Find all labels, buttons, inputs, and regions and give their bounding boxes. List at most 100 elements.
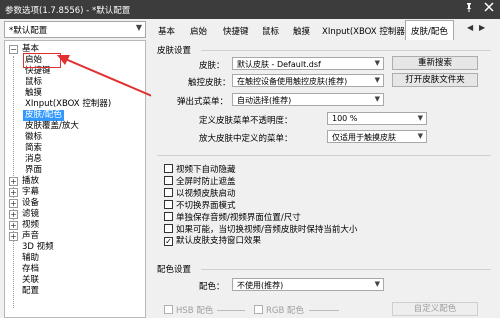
tree-item-association[interactable]: 关联	[22, 275, 39, 286]
open-skin-folder-button[interactable]: 打开皮肤文件夹	[392, 73, 478, 87]
color-scheme-dropdown[interactable]: 不使用(推荐) ▼	[232, 278, 384, 291]
custom-color-button[interactable]: 自定义配色	[392, 302, 478, 316]
checkbox-label: 如果可能，当切换视频/音频皮肤时保持当前大小	[176, 225, 358, 235]
checkbox-label: 单独保存音频/视频界面位置/尺寸	[176, 213, 301, 223]
popup-menu-value: 自动选择(推荐)	[237, 96, 292, 105]
tree-group-subtitles[interactable]: 字幕	[22, 187, 39, 198]
toolbar: *默认配置 ▼ 基本 启始 快捷键 鼠标 触摸 XInput(XBOX 控制器)…	[0, 19, 500, 40]
tree-group-playback[interactable]: 播放	[22, 176, 39, 187]
checkbox-auto-hide[interactable]: 视频下自动隐藏	[164, 164, 236, 175]
tree-group-filters[interactable]: 滤镜	[22, 209, 39, 220]
tab-scroll-left-icon[interactable]: ◀	[467, 23, 477, 36]
checkbox-box[interactable]	[164, 212, 173, 221]
close-icon[interactable]	[482, 2, 496, 16]
popup-menu-dropdown[interactable]: 自动选择(推荐) ▼	[232, 93, 384, 106]
color-scheme-label: 配色：	[199, 282, 225, 292]
chevron-down-icon: ▼	[374, 280, 380, 288]
expand-icon[interactable]: +	[9, 210, 18, 219]
tree-item-archive[interactable]: 存档	[22, 264, 39, 275]
checkbox-label: 视频下自动隐藏	[176, 165, 236, 175]
checkbox-box[interactable]	[164, 188, 173, 197]
preset-dropdown[interactable]: *默认配置 ▼	[4, 21, 146, 38]
checkbox-label: 默认皮肤支持窗口效果	[176, 236, 262, 246]
expand-icon[interactable]: +	[9, 177, 18, 186]
tree-item-messages[interactable]: 消息	[25, 154, 42, 165]
popup-menu-label: 弹出式菜单：	[177, 97, 229, 107]
checkbox-box[interactable]	[164, 200, 173, 209]
checkbox-box[interactable]	[254, 305, 263, 314]
touch-skin-label: 触控皮肤：	[188, 78, 231, 88]
pin-icon-glyph	[466, 3, 472, 12]
tab-skin-color[interactable]: 皮肤/配色	[405, 20, 454, 40]
chevron-down-icon: ▼	[417, 114, 423, 122]
checkbox-hsb-color[interactable]: HSB 配色	[164, 305, 213, 316]
tree-item-skin-color[interactable]: 皮肤/配色	[23, 110, 64, 121]
collapse-icon[interactable]: −	[9, 45, 18, 54]
title-bar: 参数选项(1.7.8556) - *默认配置	[0, 0, 500, 19]
tree-group-devices[interactable]: 设备	[22, 198, 39, 209]
tree-item-interface[interactable]: 界面	[25, 165, 42, 176]
tree-item-assist[interactable]: 辅助	[22, 253, 39, 264]
expand-icon[interactable]: +	[9, 221, 18, 230]
touch-skin-dropdown[interactable]: 在触控设备使用触控皮肤(推荐) ▼	[232, 74, 384, 87]
chevron-down-icon: ▼	[374, 95, 380, 103]
divider	[201, 269, 491, 270]
chevron-down-icon: ▼	[417, 132, 423, 140]
checkbox-box[interactable]	[164, 305, 173, 314]
tree-item-mouse[interactable]: 鼠标	[25, 77, 42, 88]
tree-item-3d-video[interactable]: 3D 视频	[22, 242, 54, 253]
checkbox-label: 全屏时防止遮盖	[176, 177, 236, 187]
tree-item-xinput[interactable]: XInput(XBOX 控制器)	[25, 99, 111, 110]
skin-value: 默认皮肤 - Default.dsf	[237, 60, 321, 69]
chevron-down-icon: ▼	[374, 59, 380, 67]
menu-opacity-label: 定义皮肤菜单不透明度：	[199, 116, 293, 126]
color-section-title: 配色设置	[157, 265, 192, 275]
menu-opacity-dropdown[interactable]: 100 % ▼	[327, 112, 427, 125]
checkbox-keep-size[interactable]: 如果可能，当切换视频/音频皮肤时保持当前大小	[164, 224, 357, 235]
tree-item-logo[interactable]: 徽标	[25, 132, 42, 143]
annotation-arrow-icon	[57, 55, 153, 97]
divider	[157, 155, 491, 156]
tab-xinput[interactable]: XInput(XBOX 控制器)	[317, 22, 413, 40]
expand-icon[interactable]: +	[9, 188, 18, 197]
menu-zoom-label: 放大皮肤中定义的菜单：	[199, 134, 293, 144]
expand-icon[interactable]: +	[9, 232, 18, 241]
checkbox-box[interactable]	[164, 164, 173, 173]
chevron-down-icon: ▼	[374, 76, 380, 84]
tree-item-config[interactable]: 配置	[22, 286, 39, 297]
tab-touch[interactable]: 触摸	[288, 22, 315, 40]
checkbox-no-switch-mode[interactable]: 不切换界面模式	[164, 200, 236, 211]
tab-basic[interactable]: 基本	[153, 22, 180, 40]
tab-hotkeys[interactable]: 快捷键	[218, 22, 254, 40]
checkbox-save-position[interactable]: 单独保存音频/视频界面位置/尺寸	[164, 212, 301, 223]
tab-startup[interactable]: 启始	[185, 22, 212, 40]
tree-group-audio[interactable]: 声音	[22, 231, 39, 242]
tree-group-video[interactable]: 视频	[22, 220, 39, 231]
tab-mouse[interactable]: 鼠标	[257, 22, 284, 40]
checkbox-fullscreen-prevent[interactable]: 全屏时防止遮盖	[164, 176, 236, 187]
tree-item-skin-override[interactable]: 皮肤覆盖/放大	[25, 121, 79, 132]
menu-zoom-value: 仅适用于触摸皮肤	[332, 133, 396, 142]
tab-scroll-right-icon[interactable]: ▶	[479, 23, 489, 36]
checkbox-box[interactable]	[164, 176, 173, 185]
skin-dropdown[interactable]: 默认皮肤 - Default.dsf ▼	[232, 57, 384, 70]
expand-icon[interactable]: +	[9, 199, 18, 208]
menu-zoom-dropdown[interactable]: 仅适用于触摸皮肤 ▼	[327, 130, 427, 143]
checkbox-window-effect[interactable]: ✓ 默认皮肤支持窗口效果	[164, 236, 261, 247]
checkbox-rgb-color[interactable]: RGB 配色	[254, 305, 304, 316]
checkbox-label: 以视频皮肤启动	[176, 189, 236, 199]
tree-item-index[interactable]: 简索	[25, 143, 42, 154]
reset-search-button[interactable]: 重新搜索	[392, 56, 478, 70]
window-title: 参数选项(1.7.8556) - *默认配置	[5, 6, 131, 16]
pin-icon[interactable]	[462, 2, 476, 16]
skin-section-title: 皮肤设置	[157, 46, 192, 56]
tree-item-touch[interactable]: 触摸	[25, 88, 42, 99]
color-scheme-value: 不使用(推荐)	[237, 281, 284, 290]
rgb-slider-track[interactable]	[309, 310, 339, 311]
checkbox-start-video-skin[interactable]: 以视频皮肤启动	[164, 188, 236, 199]
checkbox-box-checked[interactable]: ✓	[164, 237, 173, 246]
close-icon-glyph	[484, 2, 494, 12]
checkbox-box[interactable]	[164, 224, 173, 233]
hsb-slider-track[interactable]	[217, 310, 245, 311]
preset-value: *默认配置	[9, 26, 48, 36]
